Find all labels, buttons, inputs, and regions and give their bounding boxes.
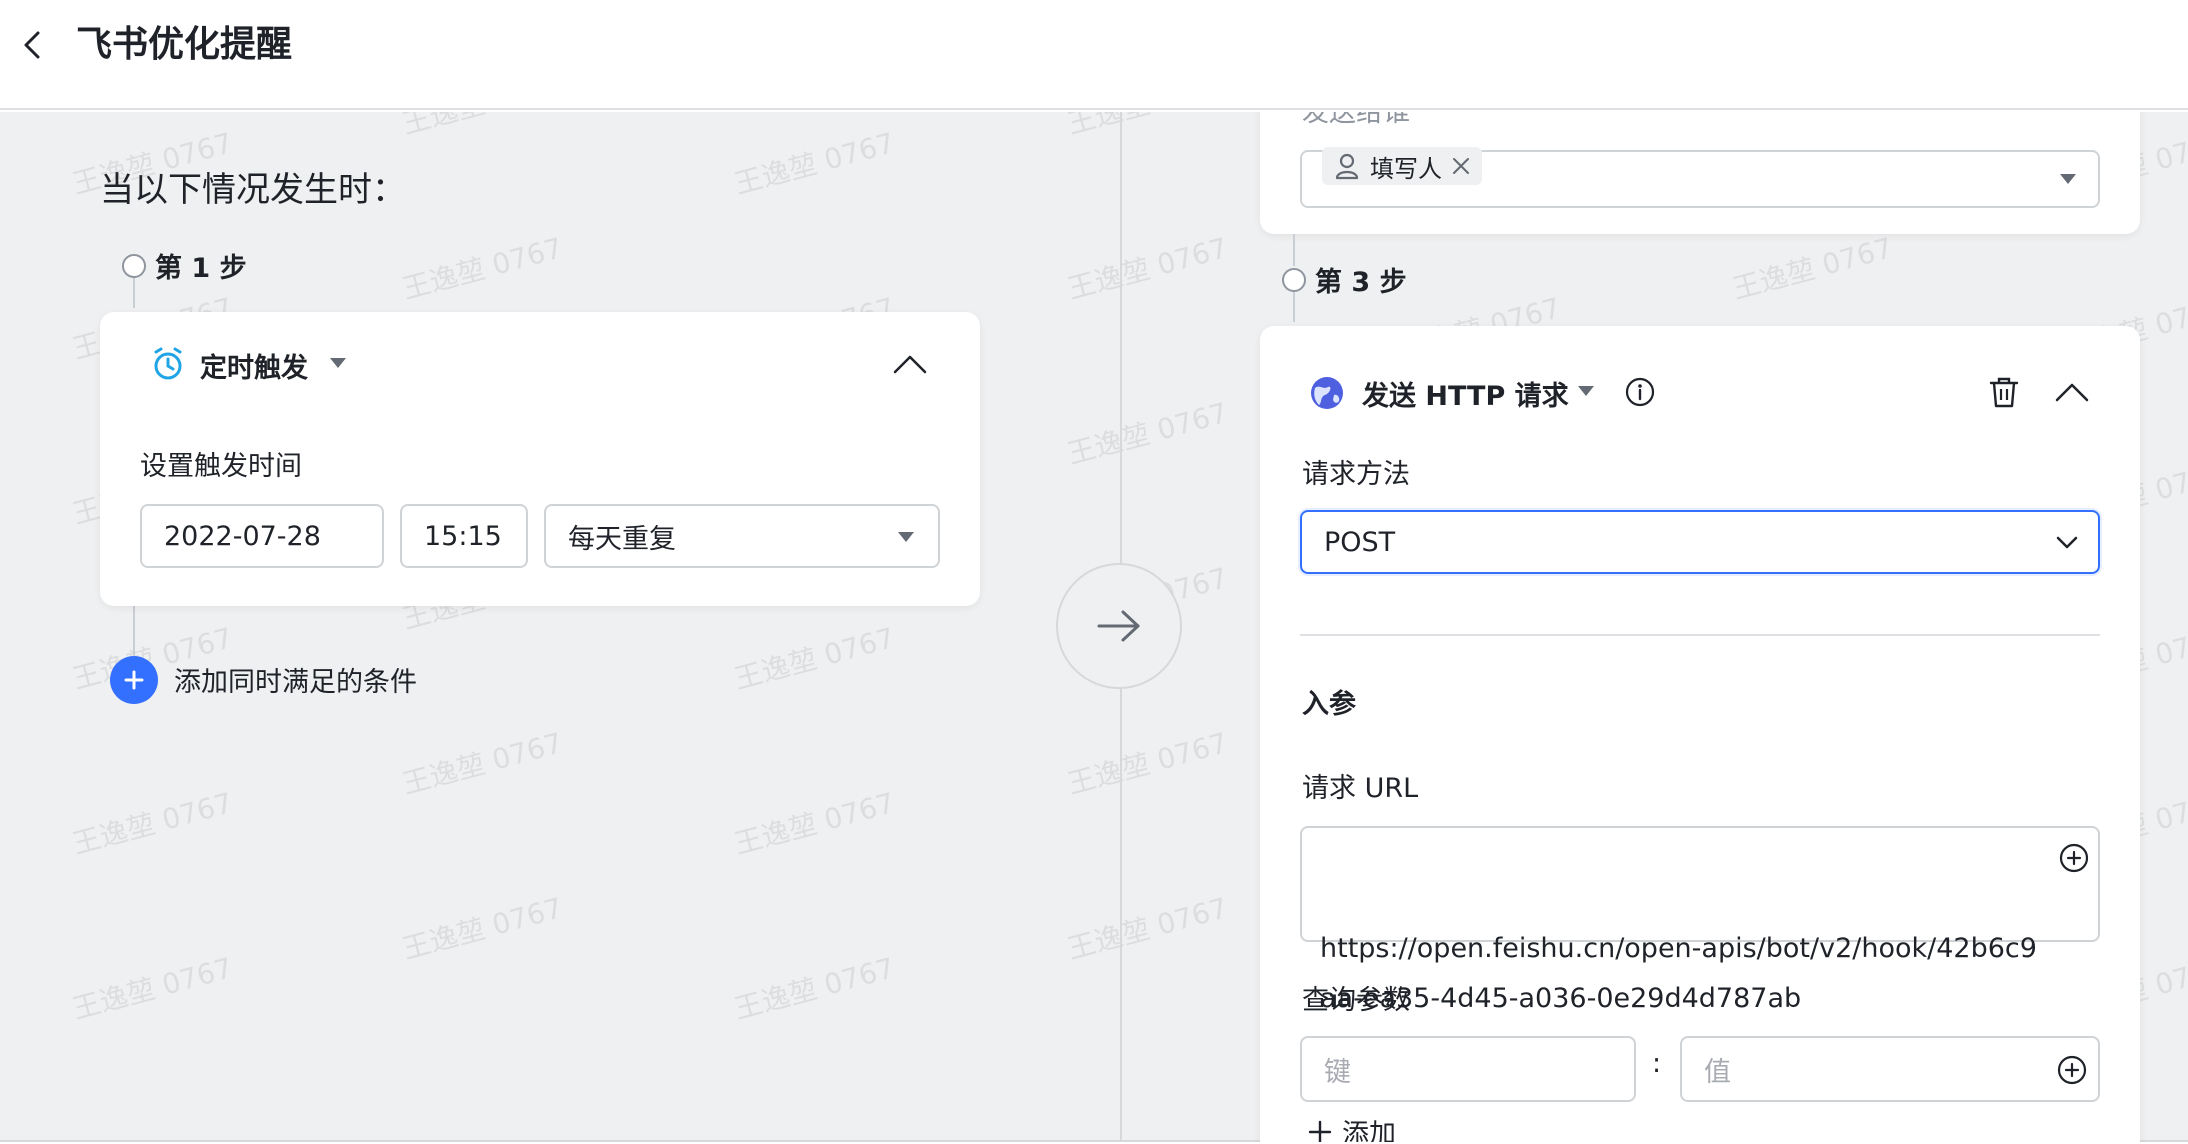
- watermark-text: 王逸堃 0767: [398, 112, 567, 143]
- method-label: 请求方法: [1302, 459, 1410, 490]
- repeat-value: 每天重复: [568, 523, 676, 555]
- section-divider: [1300, 634, 2100, 636]
- http-action-type[interactable]: 发送 HTTP 请求: [1362, 374, 1569, 413]
- watermark-text: 王逸堃 0767: [1063, 112, 1232, 143]
- time-input[interactable]: 15:15: [400, 504, 528, 568]
- chevron-up-icon: [893, 355, 927, 374]
- watermark-text: 王逸堃 0767: [1063, 231, 1232, 306]
- globe-icon: [1308, 374, 1346, 412]
- step-connector: [1293, 234, 1295, 266]
- url-value: https://open.feishu.cn/open-apis/bot/v2/…: [1320, 933, 2037, 1014]
- trigger-type-caret-icon[interactable]: [330, 358, 346, 368]
- back-icon: [24, 31, 40, 59]
- step-3-label: 第 3 步: [1315, 267, 1407, 298]
- step-connector: [133, 278, 135, 308]
- plus-icon[interactable]: [1306, 1112, 1334, 1142]
- watermark-text: 王逸堃 0767: [68, 951, 237, 1026]
- info-icon[interactable]: [1624, 376, 1656, 408]
- add-variable-button[interactable]: [2056, 1054, 2088, 1086]
- add-condition-button[interactable]: [110, 656, 158, 704]
- watermark-text: 王逸堃 0767: [1063, 891, 1232, 966]
- url-label: 请求 URL: [1302, 773, 1419, 804]
- back-button[interactable]: [10, 22, 56, 68]
- top-bar: 飞书优化提醒: [0, 0, 2188, 110]
- watermark-text: 王逸堃 0767: [1728, 231, 1897, 306]
- repeat-select[interactable]: 每天重复: [544, 504, 940, 568]
- add-variable-button[interactable]: [2058, 842, 2090, 874]
- time-value: 15:15: [424, 520, 502, 552]
- trigger-type[interactable]: 定时触发: [200, 346, 308, 385]
- arrow-right-icon: [1097, 610, 1140, 642]
- add-condition-label[interactable]: 添加同时满足的条件: [174, 660, 417, 699]
- workflow-canvas: 王逸堃 0767 王逸堃 0767 王逸堃 0767 王逸堃 0767 王逸堃 0767…: [0, 112, 2188, 1142]
- trash-icon: [1989, 377, 2019, 408]
- watermark-text: 王逸堃 0767: [1063, 396, 1232, 471]
- params-heading: 入参: [1302, 689, 1356, 720]
- action-type-caret-icon[interactable]: [1578, 386, 1594, 396]
- key-placeholder: 键: [1324, 1056, 1351, 1088]
- watermark-text: 王逸堃 0767: [730, 621, 899, 696]
- step-connector: [1293, 292, 1295, 322]
- method-value: POST: [1324, 526, 1396, 558]
- date-value: 2022-07-28: [164, 520, 321, 552]
- watermark-text: 王逸堃 0767: [730, 951, 899, 1026]
- trigger-card: 定时触发 设置触发时间 2022-07-28 15:15 每天重复: [100, 312, 980, 606]
- section-title: 当以下情况发生时：: [100, 170, 406, 210]
- recipient-tag[interactable]: 填写人: [1322, 147, 1482, 185]
- step-1-label: 第 1 步: [155, 253, 247, 284]
- method-select[interactable]: POST: [1300, 510, 2100, 574]
- close-icon[interactable]: [1452, 157, 1470, 175]
- watermark-text: 王逸堃 0767: [398, 726, 567, 801]
- watermark-text: 王逸堃 0767: [730, 126, 899, 201]
- caret-down-icon: [898, 532, 914, 542]
- trigger-time-label: 设置触发时间: [140, 451, 302, 482]
- page-title: 飞书优化提醒: [76, 24, 293, 65]
- query-value-input[interactable]: 值: [1680, 1036, 2100, 1102]
- add-circle-icon: [2059, 843, 2089, 873]
- watermark-text: 王逸堃 0767: [1063, 726, 1232, 801]
- recipient-label: 发送给谁: [1302, 112, 1410, 128]
- delete-button[interactable]: [1986, 374, 2022, 410]
- caret-down-icon: [2060, 174, 2076, 184]
- query-key-input[interactable]: 键: [1300, 1036, 1636, 1102]
- step-dot: [1282, 268, 1306, 292]
- watermark-text: 王逸堃 0767: [730, 786, 899, 861]
- collapse-button[interactable]: [2052, 372, 2092, 412]
- flow-arrow: [1056, 563, 1182, 689]
- alarm-clock-icon: [150, 346, 186, 382]
- recipient-tag-label: 填写人: [1370, 154, 1442, 183]
- watermark-text: 王逸堃 0767: [68, 786, 237, 861]
- chevron-up-icon: [2055, 383, 2089, 402]
- add-query-param-button[interactable]: 添加: [1342, 1112, 1396, 1142]
- watermark-text: 王逸堃 0767: [398, 891, 567, 966]
- user-icon: [1335, 153, 1359, 180]
- watermark-text: 王逸堃 0767: [398, 231, 567, 306]
- key-value-separator: :: [1652, 1048, 1662, 1079]
- chevron-down-icon: [2056, 536, 2078, 549]
- date-input[interactable]: 2022-07-28: [140, 504, 384, 568]
- value-placeholder: 值: [1704, 1056, 1731, 1088]
- plus-icon: [124, 670, 144, 690]
- step-dot: [122, 254, 146, 278]
- add-circle-icon: [2057, 1055, 2087, 1085]
- step-connector: [133, 606, 135, 656]
- collapse-button[interactable]: [890, 344, 930, 384]
